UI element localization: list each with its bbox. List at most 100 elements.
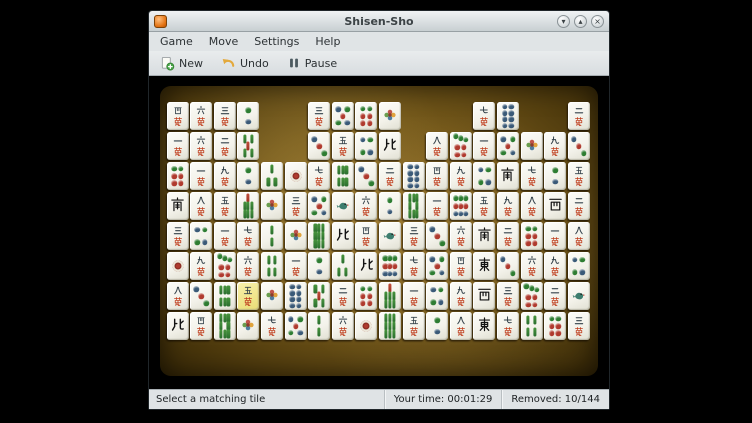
- tile-d5[interactable]: [426, 252, 448, 280]
- tile-w4[interactable]: [426, 162, 448, 190]
- tile-w2[interactable]: [497, 222, 519, 250]
- tile-b3[interactable]: [332, 252, 354, 280]
- tile-d1[interactable]: [285, 162, 307, 190]
- tile-F[interactable]: [379, 102, 401, 130]
- tile-S[interactable]: [167, 192, 189, 220]
- tile-N[interactable]: [355, 252, 377, 280]
- tile-b1[interactable]: [332, 192, 354, 220]
- tile-w7[interactable]: [261, 312, 283, 340]
- menu-game[interactable]: Game: [153, 34, 200, 49]
- tile-b2[interactable]: [261, 222, 283, 250]
- tile-d4[interactable]: [190, 222, 212, 250]
- tile-d2[interactable]: [237, 102, 259, 130]
- tile-b2[interactable]: [308, 312, 330, 340]
- menu-settings[interactable]: Settings: [247, 34, 306, 49]
- tile-d2[interactable]: [308, 252, 330, 280]
- titlebar[interactable]: Shisen-Sho ▾ ▴ ×: [149, 11, 609, 32]
- tile-w5[interactable]: [332, 132, 354, 160]
- tile-w1[interactable]: [214, 222, 236, 250]
- tile-b1[interactable]: [568, 282, 590, 310]
- tile-w8[interactable]: [167, 282, 189, 310]
- tile-w1[interactable]: [426, 192, 448, 220]
- tile-F[interactable]: [237, 312, 259, 340]
- menu-move[interactable]: Move: [202, 34, 246, 49]
- tile-d4[interactable]: [473, 162, 495, 190]
- undo-button[interactable]: Undo: [216, 54, 274, 73]
- tile-b7[interactable]: [379, 282, 401, 310]
- tile-w5[interactable]: [237, 282, 259, 310]
- tile-W[interactable]: [473, 282, 495, 310]
- tile-w8[interactable]: [450, 312, 472, 340]
- tile-d3[interactable]: [190, 282, 212, 310]
- tile-d4[interactable]: [568, 252, 590, 280]
- tile-d6[interactable]: [544, 312, 566, 340]
- tile-d5[interactable]: [285, 312, 307, 340]
- tile-w5[interactable]: [214, 192, 236, 220]
- tile-w2[interactable]: [568, 102, 590, 130]
- tile-w2[interactable]: [332, 282, 354, 310]
- tile-d6[interactable]: [521, 222, 543, 250]
- tile-w1[interactable]: [190, 162, 212, 190]
- tile-w2[interactable]: [214, 132, 236, 160]
- tile-b8[interactable]: [403, 192, 425, 220]
- tile-w6[interactable]: [190, 132, 212, 160]
- tile-w3[interactable]: [568, 312, 590, 340]
- close-button[interactable]: ×: [591, 15, 604, 28]
- tile-w7[interactable]: [473, 102, 495, 130]
- tile-d1[interactable]: [167, 252, 189, 280]
- tile-w5[interactable]: [403, 312, 425, 340]
- tile-b9[interactable]: [308, 222, 330, 250]
- tile-w8[interactable]: [190, 192, 212, 220]
- tile-N[interactable]: [332, 222, 354, 250]
- maximize-button[interactable]: ▴: [574, 15, 587, 28]
- tile-w3[interactable]: [308, 102, 330, 130]
- tile-w7[interactable]: [237, 222, 259, 250]
- minimize-button[interactable]: ▾: [557, 15, 570, 28]
- tile-w9[interactable]: [497, 192, 519, 220]
- tile-d3[interactable]: [497, 252, 519, 280]
- tile-w6[interactable]: [521, 252, 543, 280]
- tile-d5[interactable]: [332, 102, 354, 130]
- tile-w3[interactable]: [285, 192, 307, 220]
- tile-d5[interactable]: [308, 192, 330, 220]
- tile-w9[interactable]: [544, 132, 566, 160]
- tile-w9[interactable]: [544, 252, 566, 280]
- tile-b4[interactable]: [521, 312, 543, 340]
- tile-w2[interactable]: [544, 282, 566, 310]
- tile-F[interactable]: [261, 282, 283, 310]
- tile-d4[interactable]: [426, 282, 448, 310]
- tile-w9[interactable]: [214, 162, 236, 190]
- tile-d3[interactable]: [355, 162, 377, 190]
- tile-d6[interactable]: [355, 102, 377, 130]
- tile-d9[interactable]: [379, 252, 401, 280]
- tile-N[interactable]: [167, 312, 189, 340]
- tile-w4[interactable]: [190, 312, 212, 340]
- tile-w2[interactable]: [568, 192, 590, 220]
- tile-F[interactable]: [285, 222, 307, 250]
- tile-w9[interactable]: [450, 162, 472, 190]
- tile-d2[interactable]: [379, 192, 401, 220]
- tile-d3[interactable]: [568, 132, 590, 160]
- tile-w8[interactable]: [426, 132, 448, 160]
- tile-E[interactable]: [473, 312, 495, 340]
- tile-d5[interactable]: [497, 132, 519, 160]
- tile-w2[interactable]: [379, 162, 401, 190]
- tile-b6[interactable]: [214, 282, 236, 310]
- tile-d3[interactable]: [308, 132, 330, 160]
- tile-d7[interactable]: [450, 132, 472, 160]
- tile-b8[interactable]: [214, 312, 236, 340]
- tile-w3[interactable]: [403, 222, 425, 250]
- tile-w5[interactable]: [568, 162, 590, 190]
- tile-d7[interactable]: [521, 282, 543, 310]
- tile-d8[interactable]: [497, 102, 519, 130]
- tile-N[interactable]: [379, 132, 401, 160]
- tile-d2[interactable]: [237, 162, 259, 190]
- tile-b9[interactable]: [379, 312, 401, 340]
- tile-w3[interactable]: [497, 282, 519, 310]
- tile-w1[interactable]: [403, 282, 425, 310]
- tile-w7[interactable]: [403, 252, 425, 280]
- tile-E[interactable]: [473, 252, 495, 280]
- tile-w1[interactable]: [167, 132, 189, 160]
- tile-b7[interactable]: [237, 192, 259, 220]
- tile-F[interactable]: [521, 132, 543, 160]
